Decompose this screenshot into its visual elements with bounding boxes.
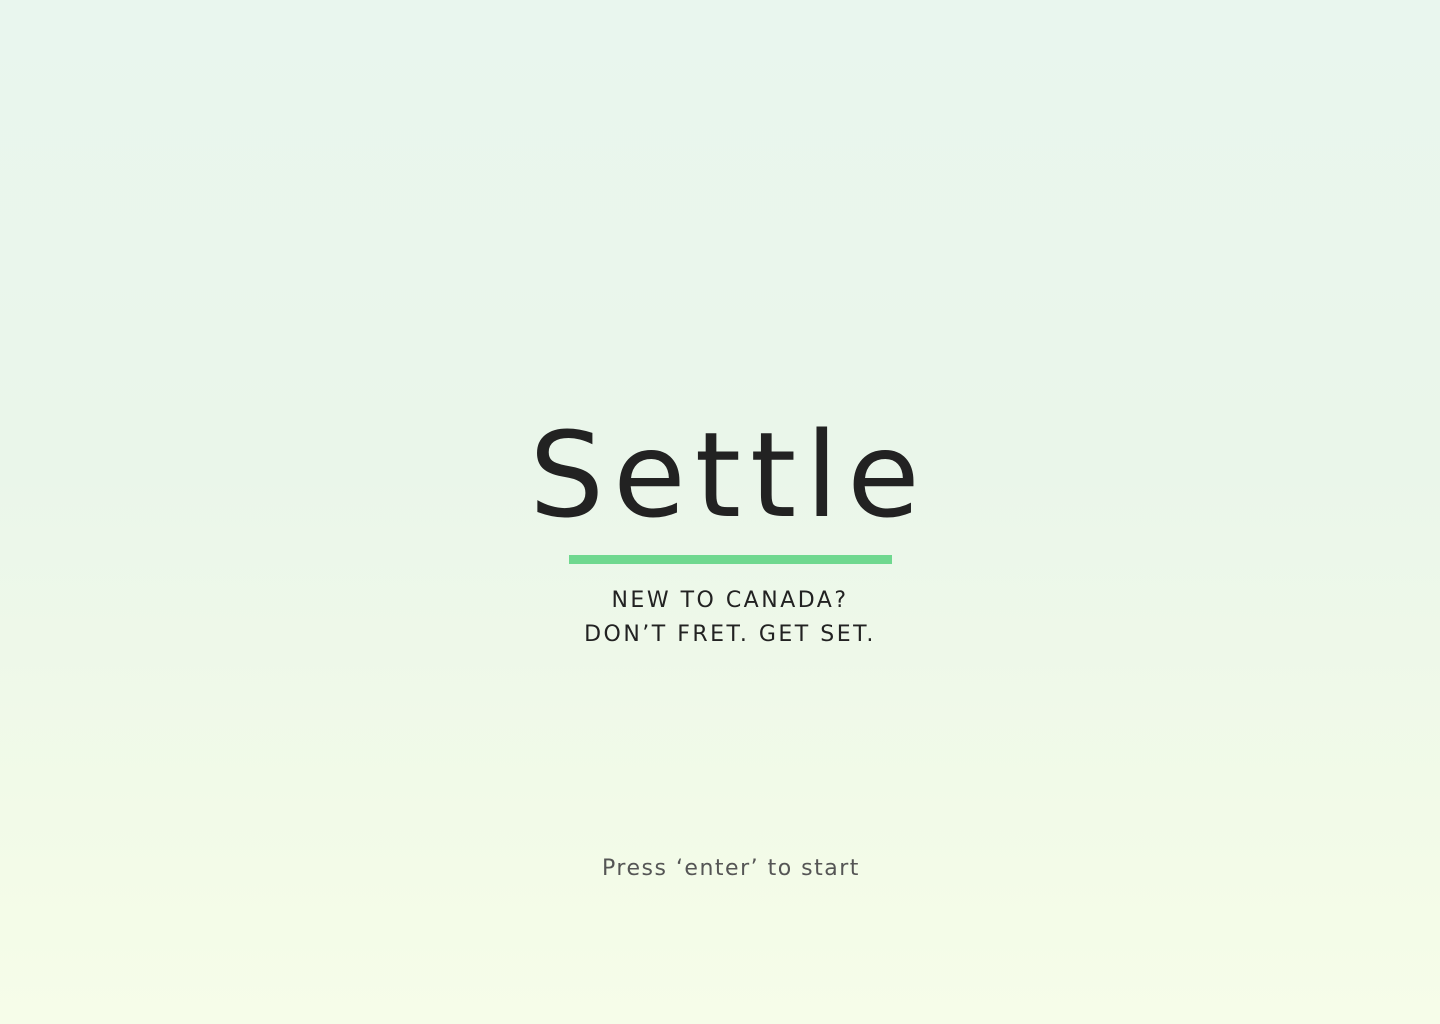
- tagline-line-2: DON’T FRET. GET SET.: [584, 622, 876, 647]
- splash-screen[interactable]: Settle NEW TO CANADA? DON’T FRET. GET SE…: [0, 0, 1440, 1024]
- tagline: NEW TO CANADA? DON’T FRET. GET SET.: [0, 584, 1440, 652]
- start-prompt: Press ‘enter’ to start: [602, 856, 860, 881]
- logo-underline: [569, 555, 892, 564]
- tagline-line-1: NEW TO CANADA?: [611, 588, 849, 613]
- app-logo: Settle: [529, 406, 929, 544]
